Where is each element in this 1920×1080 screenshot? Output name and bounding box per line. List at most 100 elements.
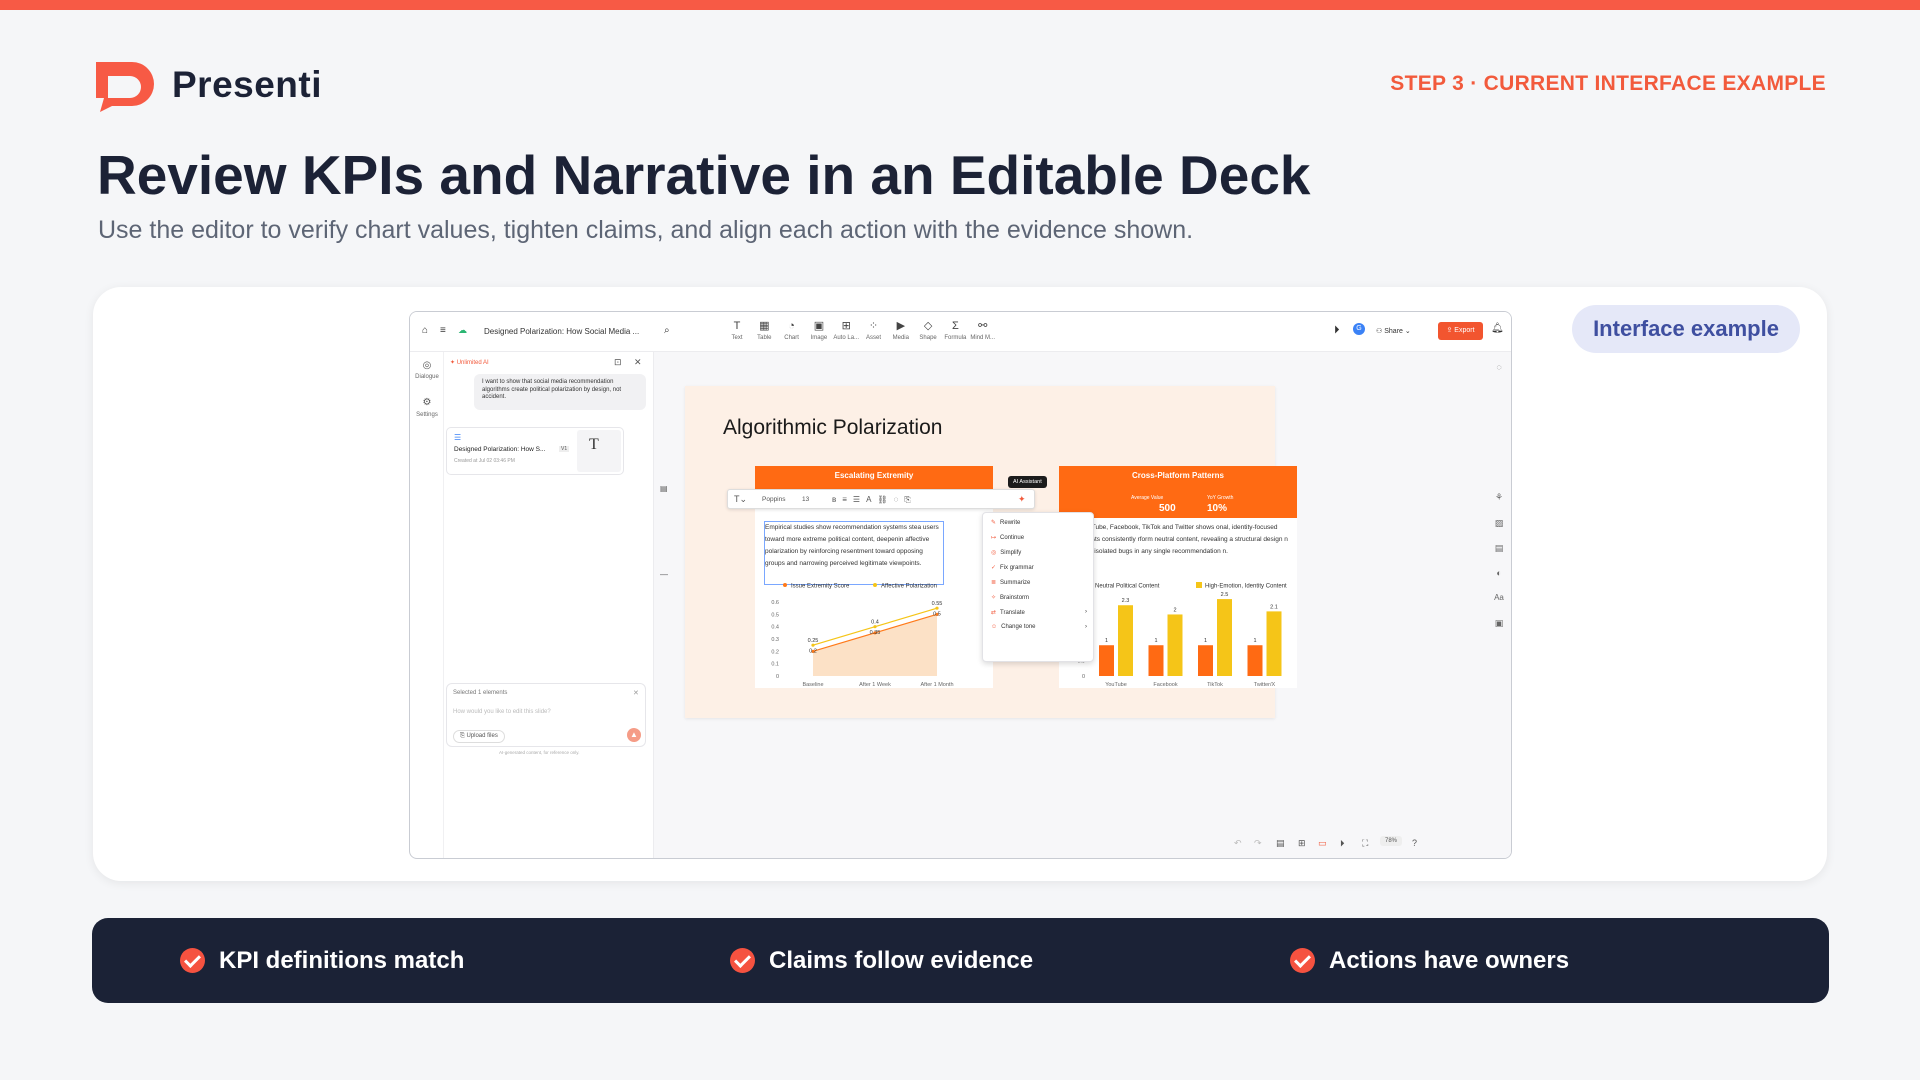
tool-shape[interactable]: ◇ Shape <box>914 320 942 341</box>
ai-menu-item[interactable]: ✓ Fix grammar <box>991 564 1034 571</box>
animation-icon[interactable]: ⚘ <box>1492 492 1506 503</box>
text-thumb-icon: T <box>589 436 599 453</box>
y-tick-label: 0.6 <box>771 600 779 606</box>
data-label: 2.3 <box>1122 598 1130 604</box>
play-icon[interactable]: ⏵ <box>1334 324 1340 337</box>
tool-chart[interactable]: ◔ Chart <box>778 320 806 341</box>
tool-icon: T <box>733 320 741 332</box>
y-tick-label: 0.5 <box>771 612 779 618</box>
help-icon[interactable]: ? <box>1412 838 1417 848</box>
tool-label: Text <box>731 335 743 341</box>
check-icon <box>1290 948 1315 973</box>
ai-chat-panel: ✦ Unlimited AI ⊡ ✕ I want to show that s… <box>444 352 654 858</box>
home-icon[interactable]: ⌂ <box>422 325 428 336</box>
avatar[interactable]: G <box>1353 323 1365 335</box>
undo-icon[interactable]: ↶ <box>1234 838 1242 849</box>
tool-table[interactable]: ▦ Table <box>750 320 778 341</box>
tool-label: Mind M... <box>970 335 996 341</box>
ai-menu-item[interactable]: ☺ Change tone › <box>991 624 1087 630</box>
share-button[interactable]: ⚇ Share ⌄ <box>1376 327 1411 335</box>
x-tick-label: After 1 Week <box>859 682 891 688</box>
font-family-select[interactable]: Poppins <box>762 496 786 503</box>
tool-text[interactable]: T Text <box>723 320 751 341</box>
doc-card[interactable]: ☰ Designed Polarization: How S... V1 Cre… <box>446 427 624 475</box>
present-icon[interactable]: ⏵ <box>1340 838 1345 849</box>
slide-view-icon[interactable]: ▭ <box>1318 838 1327 849</box>
ai-menu-item[interactable]: ◎ Simplify <box>991 549 1021 556</box>
menu-icon[interactable]: ≡ <box>440 325 446 336</box>
tool-asset[interactable]: ⁘ Asset <box>860 320 888 341</box>
line-chart: Issue Extremity Score Affective Polarizat… <box>771 583 954 688</box>
editor-window: ⌂ ≡ ☁ Designed Polarization: How Social … <box>409 311 1512 859</box>
export-button[interactable]: ⇪ Export <box>1438 322 1483 340</box>
dialogue-icon[interactable]: ◎ <box>410 360 444 371</box>
tool-label: Asset <box>865 335 881 341</box>
bar-chart: Neutral Political Content High-Emotion, I… <box>1077 582 1287 688</box>
right-card-text[interactable]: rch on YouTube, Facebook, TikTok and Twi… <box>1061 522 1293 574</box>
legend-marker <box>873 583 877 587</box>
layout-icon[interactable]: ▤ <box>1492 543 1506 554</box>
ai-menu-item[interactable]: ⇄ Translate › <box>991 609 1087 616</box>
x-tick-label: Facebook <box>1153 682 1177 688</box>
slide-title[interactable]: Algorithmic Polarization <box>723 416 942 440</box>
background-icon[interactable]: ▨ <box>1492 518 1506 529</box>
format-toolbar: T⌄ Poppins 13 ʙ≡☰A⛓◌⎘ ✦ <box>727 489 1035 509</box>
assets-icon[interactable]: ▣ <box>1492 618 1506 629</box>
tool-formula[interactable]: Σ Formula <box>941 320 969 341</box>
x-tick-label: After 1 Month <box>920 682 953 688</box>
prompt-input[interactable]: How would you like to edit this slide? <box>453 709 551 715</box>
share-label: Share <box>1384 328 1403 335</box>
kpi1-label: Average Value <box>1131 495 1164 501</box>
send-button[interactable]: ▲ <box>627 728 641 742</box>
font-size-select[interactable]: 13 <box>802 496 809 503</box>
ai-menu-item-icon: ✎ <box>991 520 997 526</box>
bell-icon[interactable]: 🔔︎ <box>1491 323 1504 334</box>
settings-label: Settings <box>416 412 438 418</box>
right-card[interactable]: Cross-Platform Patterns Average Value 50… <box>1059 466 1297 688</box>
bar <box>1247 645 1263 676</box>
ai-menu-item[interactable]: ✧ Brainstorm <box>991 594 1029 601</box>
clear-selection-icon[interactable]: ✕ <box>633 689 639 697</box>
bar <box>1266 611 1282 676</box>
ai-menu-item-icon: ◎ <box>991 550 997 556</box>
tool-image[interactable]: ▣ Image <box>805 320 833 341</box>
tool-mind-m[interactable]: ⚯ Mind M... <box>969 320 997 341</box>
grid-view-icon[interactable]: ⊞ <box>1298 838 1306 849</box>
search-icon[interactable]: ⌕ <box>664 325 670 336</box>
tool-media[interactable]: ▶ Media <box>887 320 915 341</box>
ai-menu-item[interactable]: ✎ Rewrite <box>991 519 1020 526</box>
data-label: 2 <box>1173 607 1176 613</box>
upload-files-button[interactable]: ⎘ Upload files <box>453 730 505 743</box>
font-icon[interactable]: Aa <box>1492 593 1506 602</box>
ai-menu-item-label: Fix grammar <box>1000 565 1034 571</box>
theme-icon[interactable]: ◐ <box>1492 568 1506 578</box>
comment-icon[interactable]: ◌ <box>1492 362 1506 372</box>
settings-icon[interactable]: ⚙ <box>410 397 444 408</box>
brand-name: Presenti <box>172 64 323 105</box>
ai-menu-item-icon: ✓ <box>991 565 997 571</box>
doc-title[interactable]: Designed Polarization: How Social Media … <box>484 327 639 336</box>
text-style-icon[interactable]: T⌄ <box>734 494 747 505</box>
ai-assistant-icon[interactable]: ✦ <box>1018 494 1026 505</box>
slide[interactable]: Algorithmic Polarization Escalating Extr… <box>685 386 1297 718</box>
tool-label: Table <box>757 335 772 341</box>
notes-icon[interactable]: ▤ <box>1276 838 1285 849</box>
prompt-box[interactable]: Selected 1 elements ✕ How would you like… <box>446 683 646 747</box>
format-icons[interactable]: ʙ≡☰A⛓◌⎘ <box>832 495 917 505</box>
zoom-level[interactable]: 78% <box>1380 836 1403 846</box>
legend-marker <box>783 583 787 587</box>
tool-auto-la[interactable]: ⊞ Auto La... <box>832 320 860 341</box>
close-icon[interactable]: ✕ <box>634 357 642 368</box>
slides-panel-icon[interactable]: ▤ <box>660 484 668 493</box>
presenti-logo-icon <box>92 58 158 112</box>
data-label: 2.1 <box>1270 604 1278 610</box>
unlimited-ai-badge: ✦ Unlimited AI <box>450 360 489 366</box>
new-chat-icon[interactable]: ⊡ <box>614 357 622 368</box>
redo-icon[interactable]: ↷ <box>1254 838 1262 849</box>
tool-icon: ◔ <box>788 320 795 332</box>
ai-menu-item[interactable]: ↦ Continue <box>991 534 1024 541</box>
collapse-icon[interactable]: — <box>660 570 668 579</box>
chevron-right-icon: › <box>1085 609 1087 615</box>
ai-menu-item[interactable]: ≣ Summarize <box>991 579 1030 586</box>
fit-icon[interactable]: ⛶ <box>1362 838 1368 849</box>
